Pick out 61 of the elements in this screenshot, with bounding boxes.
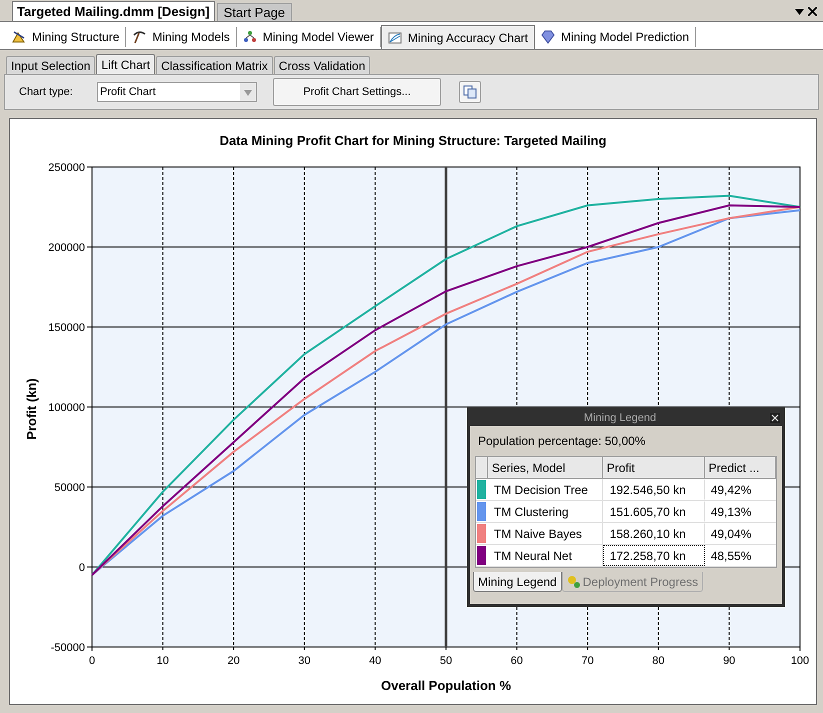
table-cell: 158.260,10 kn bbox=[602, 523, 705, 544]
column-header[interactable]: Series, Model bbox=[488, 457, 603, 478]
table-cell: 172.258,70 kn bbox=[602, 545, 705, 566]
designer-tab[interactable]: Mining Models bbox=[126, 27, 237, 47]
copy-icon bbox=[463, 85, 477, 99]
chart-type-dropdown[interactable]: Profit Chart bbox=[97, 82, 257, 102]
x-tick-label: 60 bbox=[510, 655, 523, 667]
legend-title: Mining Legend bbox=[582, 410, 658, 426]
gem-icon bbox=[540, 30, 555, 44]
chart-type-label: Chart type: bbox=[19, 84, 74, 100]
sub-tab[interactable]: Classification Matrix bbox=[156, 56, 273, 74]
copy-button[interactable] bbox=[459, 81, 481, 103]
y-tick-label: 100000 bbox=[48, 402, 85, 414]
y-tick-label: 250000 bbox=[48, 162, 85, 174]
document-tab[interactable]: Targeted Mailing.dmm [Design] bbox=[12, 1, 215, 21]
x-tick-label: 40 bbox=[369, 655, 382, 667]
table-cell-text: 49,42% bbox=[710, 482, 752, 499]
table-cell-text: 49,04% bbox=[710, 526, 752, 543]
pickaxe-icon bbox=[132, 30, 146, 44]
sub-tab[interactable]: Cross Validation bbox=[274, 56, 370, 74]
sub-tab[interactable]: Lift Chart bbox=[96, 54, 156, 74]
population-percentage: Population percentage: 50,00% bbox=[477, 433, 646, 450]
x-tick-label: 20 bbox=[227, 655, 240, 667]
table-cell-text: 48,55% bbox=[710, 548, 752, 565]
designer-tab[interactable]: Mining Model Prediction bbox=[534, 27, 696, 47]
x-tick-label: 70 bbox=[581, 655, 594, 667]
table-cell: 151.605,70 kn bbox=[602, 501, 705, 522]
x-tick-label: 10 bbox=[156, 655, 169, 667]
table-cell: TM Decision Tree bbox=[488, 479, 603, 500]
legend-tab[interactable]: Mining Legend bbox=[473, 572, 562, 592]
sub-tab[interactable]: Input Selection bbox=[6, 56, 96, 74]
x-tick-label: 100 bbox=[790, 655, 810, 667]
line-chart-icon bbox=[388, 30, 402, 44]
document-tab[interactable]: Start Page bbox=[216, 3, 292, 21]
designer-tab[interactable]: Mining Structure bbox=[6, 27, 126, 47]
node-graph-icon bbox=[242, 30, 257, 44]
y-tick-label: -50000 bbox=[50, 642, 85, 654]
y-tick-label: 150000 bbox=[48, 322, 85, 334]
table-cell: 192.546,50 kn bbox=[602, 479, 705, 500]
x-tick-label: 90 bbox=[723, 655, 736, 667]
profit-chart-settings-button[interactable]: Profit Chart Settings... bbox=[273, 78, 441, 106]
x-tick-label: 80 bbox=[652, 655, 665, 667]
y-tick-label: 50000 bbox=[54, 482, 85, 494]
close-icon[interactable] bbox=[808, 7, 817, 16]
table-cell: TM Naive Bayes bbox=[488, 523, 603, 544]
chart-title: Data Mining Profit Chart for Mining Structure: Targeted Mailing bbox=[220, 133, 606, 148]
drafting-tools-icon bbox=[12, 30, 26, 44]
table-cell-text: 49,13% bbox=[710, 504, 752, 521]
x-tick-label: 0 bbox=[88, 655, 96, 667]
dropdown-icon[interactable] bbox=[795, 9, 804, 15]
y-axis-title: Profit (kn) bbox=[24, 378, 39, 440]
table-cell: TM Clustering bbox=[488, 501, 603, 522]
designer-tab[interactable]: Mining Accuracy Chart bbox=[380, 25, 535, 49]
column-header[interactable]: Predict ... bbox=[704, 457, 776, 478]
column-header[interactable]: Profit bbox=[602, 457, 705, 478]
y-tick-label: 0 bbox=[78, 562, 85, 574]
y-tick-label: 200000 bbox=[48, 242, 85, 254]
x-tick-label: 50 bbox=[440, 655, 452, 667]
x-axis-title: Overall Population % bbox=[380, 678, 512, 693]
table-cell: TM Neural Net bbox=[488, 545, 603, 566]
x-tick-label: 30 bbox=[298, 655, 311, 667]
